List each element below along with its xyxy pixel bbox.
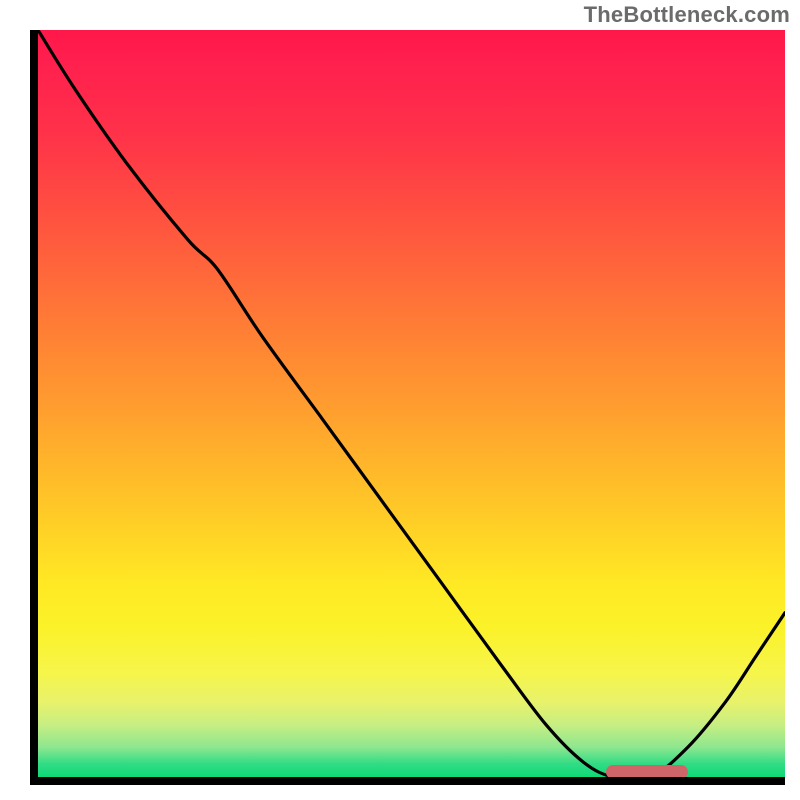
optimal-range-bar [606,765,688,779]
plot-area [30,30,785,785]
site-watermark: TheBottleneck.com [584,2,790,28]
heat-gradient-background [38,30,785,777]
chart-frame: TheBottleneck.com [0,0,800,800]
